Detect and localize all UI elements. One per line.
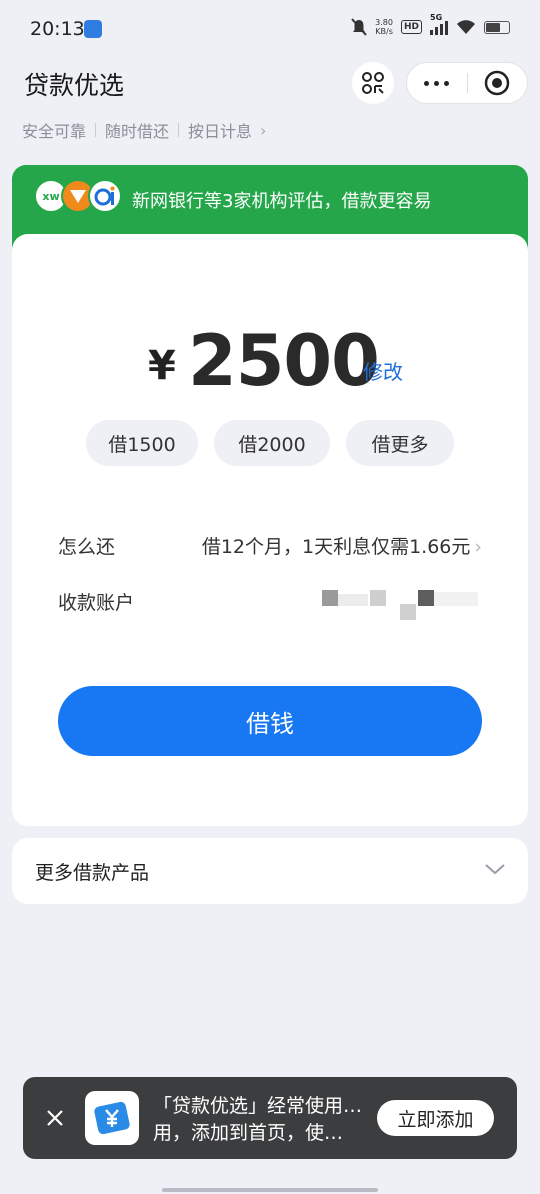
status-time: 20:13 [30,18,85,40]
chevron-right-icon: › [474,536,482,558]
banner-text: 新网银行等3家机构评估，借款更容易 [132,191,432,212]
app-notification-icon [84,20,102,38]
more-products-title: 更多借款产品 [35,862,150,884]
tagline-divider [95,123,97,137]
more-products-row[interactable]: 更多借款产品 [12,838,528,904]
account-row[interactable]: 收款账户 [58,588,482,620]
loan-amount: 2500 [188,320,380,402]
network-speed: 3.80 KB/s [375,18,393,36]
diamond-icon [70,190,86,203]
logo-text: xw [42,189,60,203]
scan-icon [362,72,384,94]
chip-borrow-1500[interactable]: 借1500 [86,420,198,466]
network-speed-unit: KB/s [375,27,393,36]
repay-plan-text: 借12个月，1天利息仅需1.66元 [201,536,471,558]
cellular-signal-icon: 5G [430,13,448,35]
chip-borrow-more[interactable]: 借更多 [346,420,454,466]
wifi-icon [457,20,475,34]
status-bar: 20:13 3.80 KB/s HD 5G [0,0,540,60]
tagline-item: 随时借还 [105,122,170,141]
masked-account-value [322,590,482,624]
loan-card: ¥ 2500 修改 借1500 借2000 借更多 怎么还 借12个月，1天利息… [12,234,528,826]
tagline-divider [178,123,180,137]
close-icon[interactable] [43,1106,67,1130]
add-to-home-toast: 「贷款优选」经常使用，添加到首页，使用更方便 用，添加到首页，使… 立即添加 [23,1077,517,1159]
repay-value: 借12个月，1天利息仅需1.66元 › [202,532,482,559]
institution-logos: xw [34,179,122,213]
repay-label: 怎么还 [58,536,116,558]
chip-borrow-2000[interactable]: 借2000 [214,420,330,466]
network-speed-value: 3.80 [375,18,393,27]
hd-badge: HD [400,20,422,34]
currency-symbol: ¥ [148,343,176,389]
battery-fill [486,22,501,32]
tagline[interactable]: 安全可靠 随时借还 按日计息 › [22,118,266,142]
network-type: 5G [430,13,443,22]
chevron-down-icon [485,864,505,875]
page-title: 贷款优选 [24,71,125,100]
target-circle-icon [485,70,510,96]
home-indicator[interactable] [162,1188,378,1192]
tagline-item: 安全可靠 [22,122,87,141]
more-dot-icon [424,80,430,86]
toast-line-1: 「贷款优选」经常使用，添加到首页，使用更方便 [153,1095,369,1117]
loan-app-icon [85,1091,139,1145]
repay-row[interactable]: 怎么还 借12个月，1天利息仅需1.66元 › [58,532,482,562]
status-icons: 3.80 KB/s HD 5G [351,13,510,36]
add-to-home-button[interactable]: 立即添加 [377,1100,494,1136]
amount-chips: 借1500 借2000 借更多 [12,420,528,466]
tagline-item: 按日计息 [188,122,253,141]
mute-bell-icon [351,18,367,36]
chevron-right-icon: › [260,120,267,140]
account-label: 收款账户 [58,592,135,614]
toast-message: 「贷款优选」经常使用，添加到首页，使用更方便 用，添加到首页，使… [153,1093,369,1147]
toast-line-2: 用，添加到首页，使… [153,1122,344,1144]
more-button[interactable] [407,63,467,103]
borrow-button[interactable]: 借钱 [58,686,482,756]
ai-logo-icon [94,186,115,206]
more-dot-icon [434,80,440,86]
edit-amount-link[interactable]: 修改 [363,356,403,385]
more-dot-icon [444,80,450,86]
scan-button[interactable] [352,62,394,104]
amount-row: ¥ 2500 修改 [12,320,528,402]
yuan-card-icon [94,1101,130,1135]
mini-program-capsule [406,62,528,104]
close-mini-program-button[interactable] [468,63,528,103]
battery-icon [484,20,510,34]
partner-logo-blue [88,179,122,213]
